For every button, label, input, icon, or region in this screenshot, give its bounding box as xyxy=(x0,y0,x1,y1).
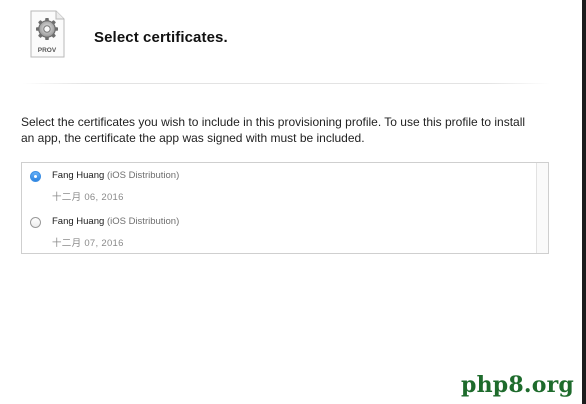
header-divider xyxy=(22,83,550,84)
radio-button-selected[interactable] xyxy=(30,171,41,182)
certificate-date: 十二月 06, 2016 xyxy=(52,192,124,203)
window-edge xyxy=(582,0,586,404)
certificate-type: (iOS Distribution) xyxy=(106,216,180,227)
certificate-name: Fang Huang xyxy=(52,216,105,227)
certificate-name: Fang Huang xyxy=(52,170,105,181)
certificate-date: 十二月 07, 2016 xyxy=(52,238,124,249)
page-header: PROV Select certificates. xyxy=(0,0,582,82)
list-scrollbar[interactable] xyxy=(536,163,548,253)
prov-icon-label: PROV xyxy=(38,47,57,54)
provisioning-profile-icon: PROV xyxy=(29,10,65,58)
instructions-text: Select the certificates you wish to incl… xyxy=(21,115,526,145)
certificate-option[interactable]: Fang Huang (iOS Distribution) 十二月 07, 20… xyxy=(22,209,532,255)
page-title: Select certificates. xyxy=(94,29,228,46)
certificate-name-line: Fang Huang (iOS Distribution) xyxy=(52,216,179,227)
watermark: php8.org xyxy=(461,372,574,398)
certificate-name-line: Fang Huang (iOS Distribution) xyxy=(52,170,179,181)
certificate-type: (iOS Distribution) xyxy=(106,170,180,181)
certificate-option[interactable]: Fang Huang (iOS Distribution) 十二月 06, 20… xyxy=(22,163,532,209)
certificate-list: Fang Huang (iOS Distribution) 十二月 06, 20… xyxy=(21,162,549,254)
radio-button[interactable] xyxy=(30,217,41,228)
